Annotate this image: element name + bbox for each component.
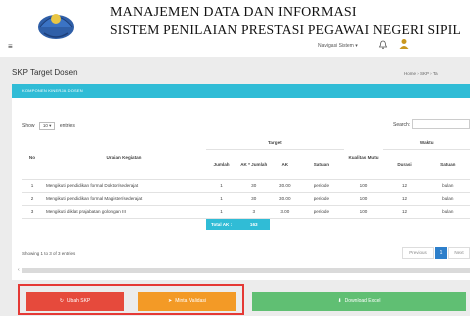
cell-kualitas: 100 <box>343 205 384 219</box>
col-kualitas[interactable]: Kualitas Mutu <box>343 136 384 180</box>
total-ak-label: Total AK : <box>206 218 238 230</box>
cell-waktu-satuan: bulan <box>425 205 470 219</box>
page-title: SKP Target Dosen <box>12 68 78 77</box>
cell-kualitas: 100 <box>343 179 384 193</box>
scroll-left-arrow-icon[interactable]: ‹ <box>18 267 20 273</box>
bell-icon[interactable] <box>378 40 388 50</box>
col-satuan[interactable]: Satuan <box>299 149 344 180</box>
cell-jumlah: 1 <box>206 205 238 219</box>
app-title-line2: SISTEM PENILAIAN PRESTASI PEGAWAI NEGERI… <box>110 22 462 37</box>
col-uraian[interactable]: Uraian Kegiatan <box>41 136 207 180</box>
col-group-target: Target <box>206 136 344 150</box>
total-spacer-right <box>270 218 470 230</box>
horizontal-scrollbar[interactable] <box>22 268 470 273</box>
entries-label: entries <box>59 123 75 129</box>
cell-durasi: 12 <box>383 192 426 206</box>
cell-durasi: 12 <box>383 205 426 219</box>
app-title-line1: MANAJEMEN DATA DAN INFORMASI <box>110 5 357 20</box>
show-entries: Show 10 ▾ entries <box>22 122 75 130</box>
total-row: Total AK : 163 <box>22 218 470 230</box>
download-icon: ⬇ <box>337 298 342 304</box>
col-ak[interactable]: AK <box>270 149 300 180</box>
cell-waktu-satuan: bulan <box>425 179 470 193</box>
cell-no: 3 <box>22 205 42 219</box>
col-group-waktu: Waktu <box>383 136 470 150</box>
next-page-button[interactable]: Next <box>448 247 470 259</box>
col-ak-jumlah[interactable]: AK * Jumlah <box>237 149 271 180</box>
cell-uraian: Mengikuti diklat prajabatan golongan III <box>41 205 207 219</box>
col-durasi[interactable]: Durasi <box>383 149 426 180</box>
hamburger-icon[interactable]: ≡ <box>8 42 13 51</box>
cell-satuan: periode <box>299 179 344 193</box>
cell-ak: 30.00 <box>270 179 300 193</box>
previous-page-button[interactable]: Previous <box>402 247 434 259</box>
cell-waktu-satuan: bulan <box>425 192 470 206</box>
minta-validasi-label: Minta Validasi <box>175 298 206 304</box>
cell-satuan: periode <box>299 205 344 219</box>
search-input[interactable] <box>412 119 470 129</box>
cell-uraian: Mengikuti pendidikan formal Magister/sed… <box>41 192 207 206</box>
table-row: 3 Mengikuti diklat prajabatan golongan I… <box>22 205 470 219</box>
showing-entries-info: Showing 1 to 3 of 3 entries <box>22 251 76 256</box>
navigation-dropdown[interactable]: Navigasi Sistem ▾ <box>318 43 358 49</box>
navigation-dropdown-label: Navigasi Sistem <box>318 43 354 49</box>
page-1-button[interactable]: 1 <box>435 247 447 259</box>
refresh-icon: ↻ <box>59 298 64 304</box>
download-excel-button[interactable]: ⬇ Download Excel <box>252 292 466 311</box>
col-jumlah[interactable]: Jumlah <box>206 149 238 180</box>
user-icon[interactable] <box>398 38 410 50</box>
cell-kualitas: 100 <box>343 192 384 206</box>
col-no[interactable]: No <box>22 136 42 180</box>
cell-jumlah: 1 <box>206 192 238 206</box>
cell-ak: 30.00 <box>270 192 300 206</box>
total-spacer <box>22 218 206 230</box>
entries-select-value: 10 <box>42 123 48 128</box>
ubah-skp-button[interactable]: ↻ Ubah SKP <box>26 292 124 311</box>
cell-jumlah: 1 <box>206 179 238 193</box>
search-label: Search: <box>393 122 411 128</box>
table-row: 1 Mengikuti pendidikan formal Doktor/sed… <box>22 179 470 193</box>
table-row: 2 Mengikuti pendidikan formal Magister/s… <box>22 192 470 206</box>
cell-ak-jumlah: 30 <box>237 179 271 193</box>
show-label: Show <box>22 123 35 129</box>
send-icon: ➤ <box>168 298 173 304</box>
cell-ak-jumlah: 30 <box>237 192 271 206</box>
entries-select[interactable]: 10 ▾ <box>38 122 56 130</box>
ubah-skp-label: Ubah SKP <box>66 298 91 304</box>
box-header-title: KOMPONEN KINERJA DOSEN <box>22 88 83 93</box>
cell-uraian: Mengikuti pendidikan formal Doktor/seder… <box>41 179 207 193</box>
cell-no: 2 <box>22 192 42 206</box>
total-ak-value: 163 <box>237 218 271 230</box>
minta-validasi-button[interactable]: ➤ Minta Validasi <box>138 292 236 311</box>
cell-satuan: periode <box>299 192 344 206</box>
download-excel-label: Download Excel <box>344 298 381 304</box>
cell-ak: 3.00 <box>270 205 300 219</box>
cell-no: 1 <box>22 179 42 193</box>
cell-durasi: 12 <box>383 179 426 193</box>
korpri-logo-icon <box>38 14 74 39</box>
breadcrumb[interactable]: Home › SKP › Ta <box>404 71 438 76</box>
cell-ak-jumlah: 3 <box>237 205 271 219</box>
col-waktu-satuan[interactable]: Satuan <box>425 149 470 180</box>
skp-target-table: No Uraian Kegiatan Target Kualitas Mutu … <box>22 136 470 230</box>
